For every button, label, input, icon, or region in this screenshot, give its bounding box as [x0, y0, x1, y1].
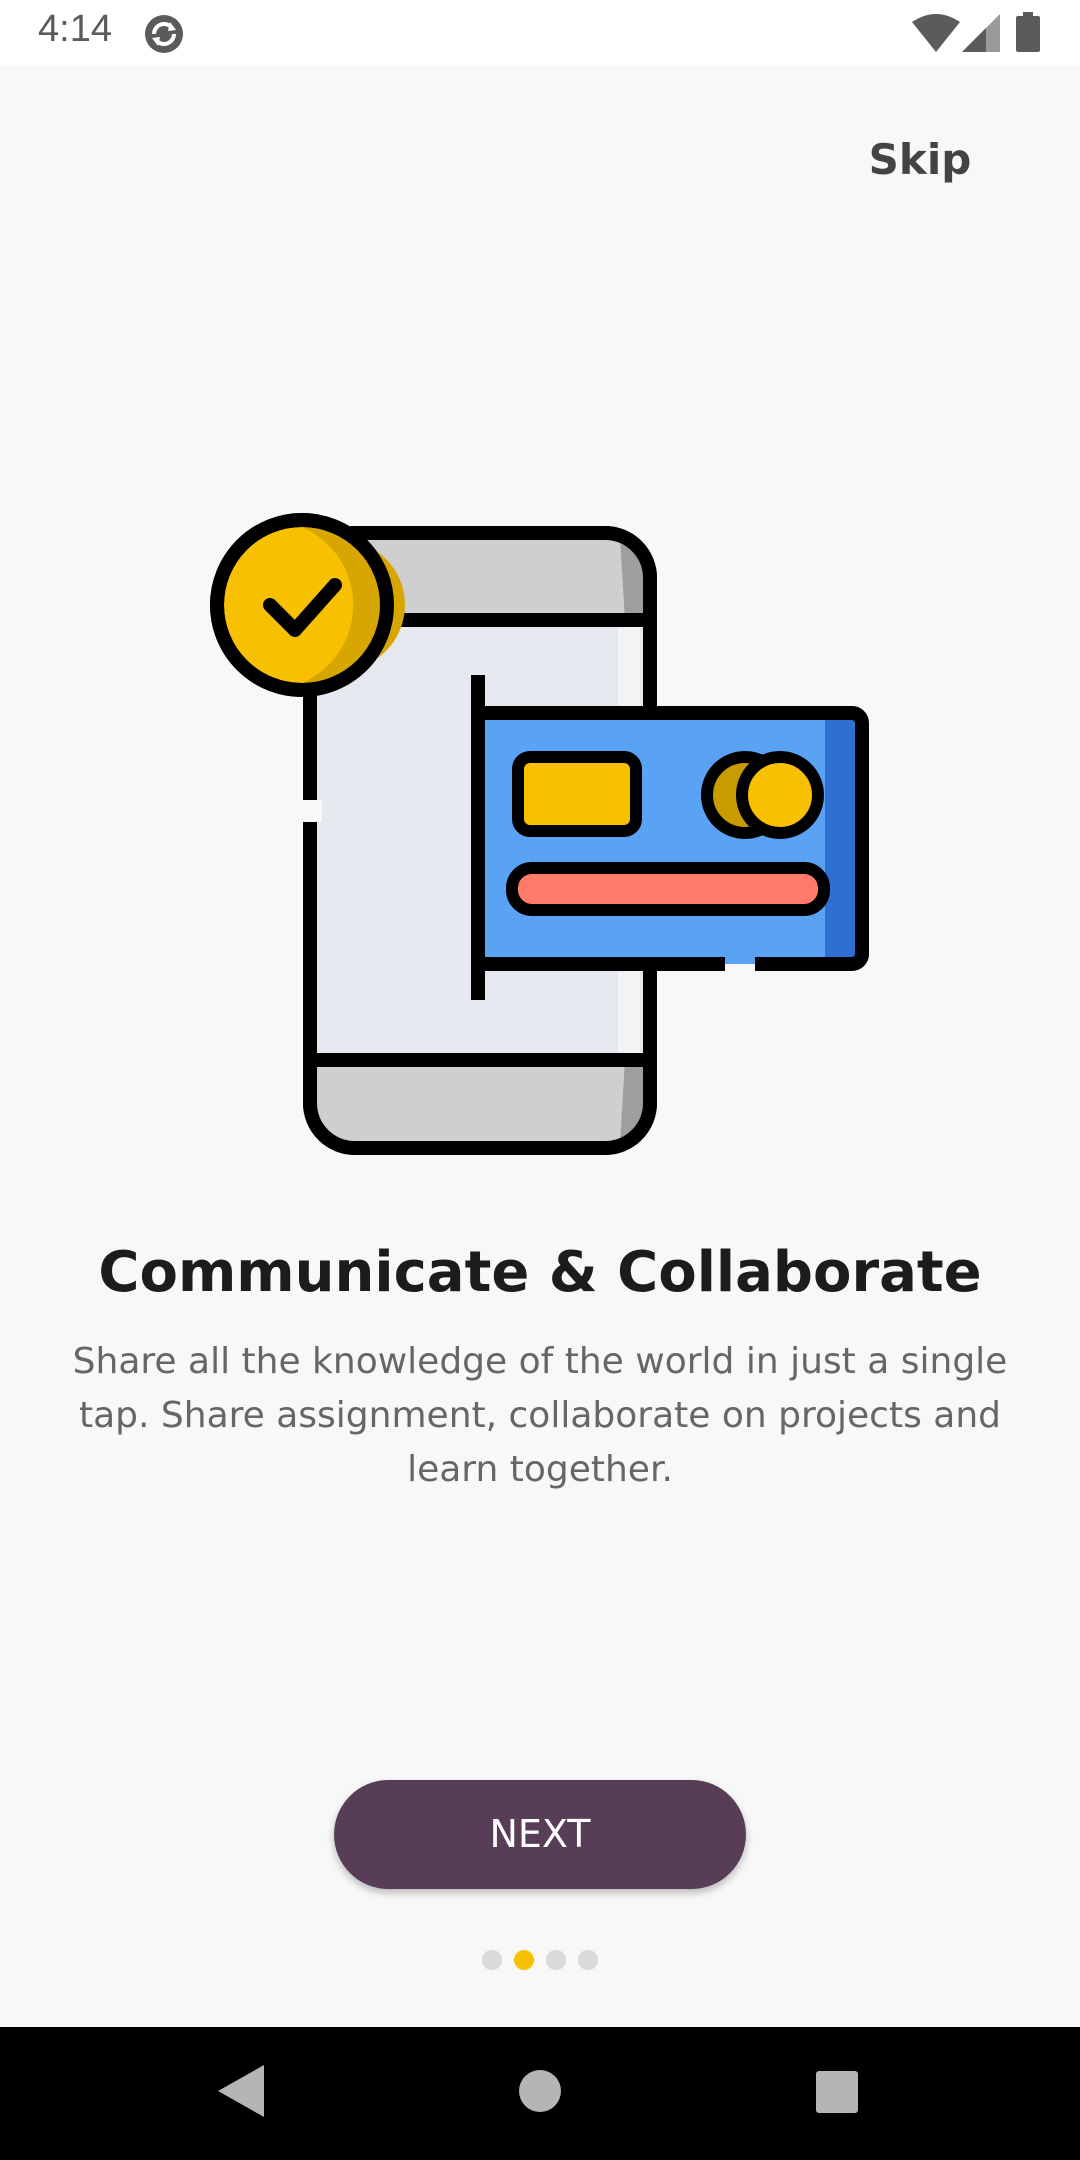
next-button[interactable]: NEXT — [334, 1780, 746, 1889]
page-description: Share all the knowledge of the world in … — [72, 1341, 1008, 1490]
signal-icon — [962, 14, 1000, 52]
home-icon[interactable] — [518, 2069, 562, 2113]
back-icon[interactable] — [218, 2065, 264, 2117]
phone-card-payment-check-illustration — [210, 513, 869, 1155]
page-dot-3 — [546, 1950, 566, 1970]
battery-icon — [1016, 12, 1040, 52]
page-indicator — [480, 1950, 600, 1972]
navigation-bar — [0, 2027, 1080, 2160]
onboarding-screen: 4:14 Skip Communicate & Collaborate Shar… — [0, 0, 1080, 2160]
skip-button[interactable]: Skip — [860, 130, 980, 190]
page-dot-2 — [514, 1950, 534, 1970]
recents-icon[interactable] — [816, 2071, 858, 2113]
wifi-icon — [912, 14, 960, 52]
sync-icon — [145, 15, 183, 53]
page-dot-1 — [482, 1950, 502, 1970]
page-dot-4 — [578, 1950, 598, 1970]
status-bar: 4:14 — [0, 0, 1080, 66]
page-title: Communicate & Collaborate — [98, 1240, 982, 1305]
status-time: 4:14 — [38, 8, 112, 50]
